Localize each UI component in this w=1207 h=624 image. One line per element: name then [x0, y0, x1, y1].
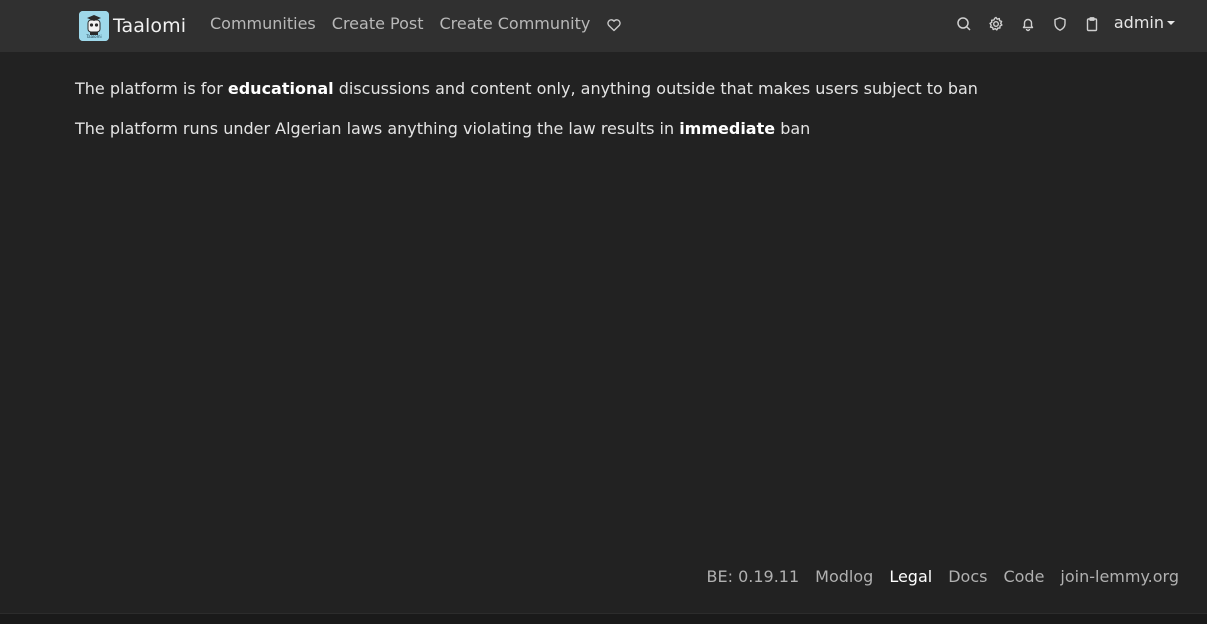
footer: BE: 0.19.11 Modlog Legal Docs Code join-…: [691, 567, 1179, 586]
brand-logo-text: Taalomi: [86, 34, 102, 39]
gear-icon[interactable]: [988, 16, 1004, 32]
paragraph-text: The platform runs under Algerian laws an…: [75, 119, 680, 138]
legal-paragraph: The platform is for educational discussi…: [75, 78, 1135, 100]
nav-link-communities[interactable]: Communities: [210, 14, 316, 33]
nav-link-create-community[interactable]: Create Community: [440, 14, 591, 33]
footer-link-docs[interactable]: Docs: [948, 567, 987, 586]
user-name: admin: [1113, 12, 1164, 32]
paragraph-text: The platform is for: [75, 79, 228, 98]
legal-paragraph: The platform runs under Algerian laws an…: [75, 118, 1135, 140]
heart-icon[interactable]: [606, 17, 622, 33]
brand-home-link[interactable]: Taalomi Taalomi: [79, 11, 186, 41]
footer-link-code[interactable]: Code: [1003, 567, 1044, 586]
brand-logo: Taalomi: [79, 11, 109, 41]
paragraph-emphasis: educational: [227, 79, 334, 98]
paragraph-emphasis: immediate: [679, 119, 776, 138]
nav-links: Communities Create Post Create Community: [210, 14, 622, 33]
paragraph-text: discussions and content only, anything o…: [333, 79, 978, 98]
paragraph-text: ban: [775, 119, 811, 138]
backend-version: BE: 0.19.11: [706, 567, 800, 586]
shield-icon[interactable]: [1052, 16, 1068, 32]
nav-link-create-post[interactable]: Create Post: [332, 14, 424, 33]
clipboard-icon[interactable]: [1084, 16, 1100, 32]
chevron-down-icon: [1167, 20, 1175, 25]
legal-content: The platform is for educational discussi…: [75, 78, 1135, 158]
footer-link-modlog[interactable]: Modlog: [815, 567, 873, 586]
bottom-edge: [0, 613, 1207, 624]
top-navbar: Taalomi Taalomi Communities Create Post …: [0, 0, 1207, 52]
bell-icon[interactable]: [1020, 16, 1036, 32]
brand-name: Taalomi: [113, 15, 187, 37]
search-icon[interactable]: [956, 16, 972, 32]
footer-link-join-lemmy[interactable]: join-lemmy.org: [1060, 567, 1179, 586]
footer-link-legal[interactable]: Legal: [889, 567, 932, 586]
page: Taalomi Taalomi Communities Create Post …: [0, 0, 1207, 624]
user-menu-dropdown[interactable]: admin: [1114, 13, 1175, 32]
nav-right-group: admin: [940, 13, 1175, 32]
